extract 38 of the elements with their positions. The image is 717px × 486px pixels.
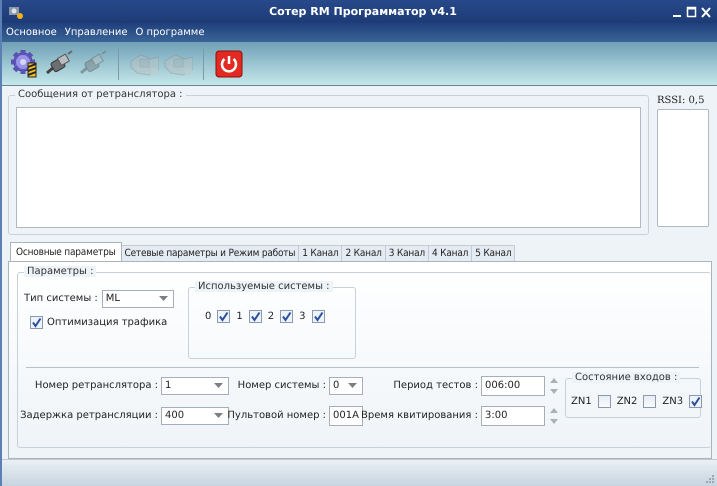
dropdown[interactable]: 1: [161, 376, 229, 395]
dropdown[interactable]: 0: [329, 376, 363, 395]
group-label: Параметры :: [24, 266, 96, 277]
field-label: Период тестов :: [393, 380, 478, 392]
field-label: Тип системы :: [24, 293, 98, 304]
input-field[interactable]: 001A: [329, 406, 363, 426]
checkbox-label: 0: [205, 310, 212, 322]
checkbox-label: 1: [236, 310, 243, 322]
menu-item[interactable]: О программе: [135, 27, 204, 38]
field-label: Пультовой номер :: [227, 410, 326, 422]
rssi-label: RSSI: 0,5: [657, 94, 706, 106]
time-field[interactable]: 3:00: [481, 406, 545, 426]
tab[interactable]: 2 Канал: [341, 244, 386, 261]
field-label: Номер системы :: [238, 380, 326, 392]
group-label: Состояние входов :: [572, 372, 680, 383]
field-label: Номер ретранслятора :: [34, 380, 158, 392]
dropdown[interactable]: ML: [102, 290, 174, 308]
group-label: Используемые системы :: [195, 280, 333, 292]
tab[interactable]: 3 Канал: [384, 244, 429, 261]
tab[interactable]: Сетевые параметры и Режим работы: [120, 244, 300, 261]
time-field[interactable]: 006:00: [481, 376, 545, 396]
tab[interactable]: 4 Канал: [428, 244, 472, 261]
checkbox-label: ZN3: [662, 396, 684, 407]
checkbox-label: ZN2: [616, 396, 638, 407]
field-label: Задержка ретрансляции :: [20, 410, 158, 422]
menu-item[interactable]: Управление: [64, 27, 128, 38]
window-title: Сотер RM Программатор v4.1: [268, 5, 458, 18]
dropdown[interactable]: 400: [161, 406, 229, 425]
checkbox-label: ZN1: [571, 396, 592, 407]
tab[interactable]: 5 Канал: [471, 244, 516, 261]
checkbox-label: Оптимизация трафика: [47, 316, 168, 328]
menu-item[interactable]: Основное: [6, 27, 57, 38]
group-label: Сообщения от ретранслятора :: [15, 88, 186, 100]
field-label: Время квитирования :: [361, 410, 478, 422]
checkbox-label: 3: [299, 310, 306, 322]
tab[interactable]: 1 Канал: [298, 244, 342, 261]
checkbox-label: 2: [268, 310, 274, 322]
tab[interactable]: Основные параметры: [10, 242, 122, 261]
